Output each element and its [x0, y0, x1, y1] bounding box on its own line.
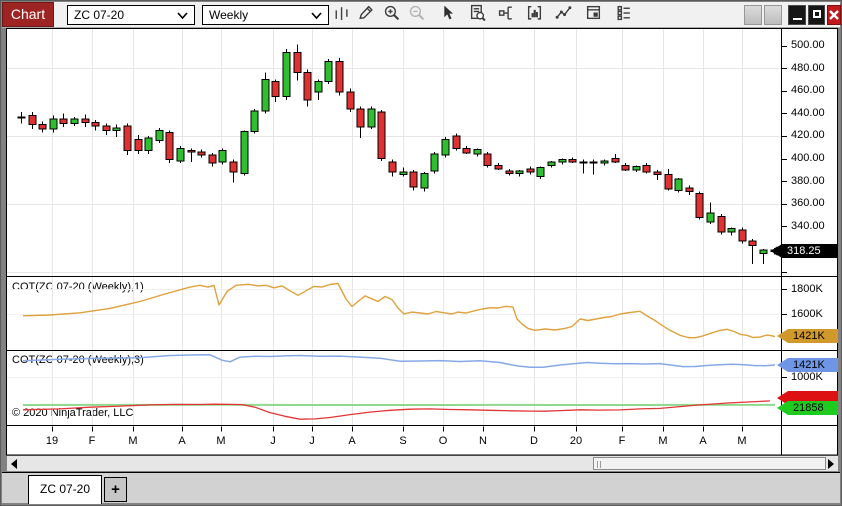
close-button[interactable] — [827, 5, 841, 25]
restore-icon — [813, 10, 821, 18]
tab-bar: ZC 07-20 + — [2, 472, 840, 503]
time-tick-label: M — [120, 435, 146, 447]
time-tick-label: A — [169, 435, 195, 447]
time-tick-label: 20 — [563, 435, 589, 447]
time-tick-label: O — [430, 435, 456, 447]
time-tick-label: F — [79, 435, 105, 447]
chart-trader-icon[interactable] — [498, 4, 520, 26]
cot2-blue-value-tag: 1421K — [777, 358, 838, 372]
chevron-down-icon — [177, 12, 188, 20]
cot1-tick-label: 1800K — [791, 283, 823, 295]
blank-button-1[interactable] — [744, 5, 762, 25]
scrollbar-thumb[interactable] — [593, 457, 826, 470]
tab-chart[interactable]: Chart — [2, 2, 54, 27]
tab-zc-07-20[interactable]: ZC 07-20 — [28, 475, 102, 504]
price-tick-label: 360.00 — [791, 197, 825, 209]
interval-value: Weekly — [209, 8, 248, 22]
time-tick-label: M — [729, 435, 755, 447]
chart-window: Chart ZC 07-20 Weekly COT(ZC 07-20 (W — [0, 0, 842, 506]
chart-style-icon[interactable] — [332, 4, 354, 26]
cot2-green-value-tag: 21858 — [777, 401, 838, 415]
time-tick-label: F — [609, 435, 635, 447]
minimize-button[interactable] — [788, 5, 806, 25]
price-chart-panel[interactable] — [7, 29, 781, 276]
blank-button-2[interactable] — [764, 5, 782, 25]
price-tick-label: 460.00 — [791, 84, 825, 96]
price-tick-label: 340.00 — [791, 220, 825, 232]
pointer-icon[interactable] — [439, 4, 461, 26]
price-tick-label: 380.00 — [791, 175, 825, 187]
copyright-label: © 2020 NinjaTrader, LLC — [12, 407, 133, 419]
last-price-tag: 318.25 — [771, 244, 838, 258]
object-list-icon[interactable] — [615, 4, 637, 26]
interval-dropdown[interactable]: Weekly — [202, 5, 329, 25]
time-tick-label: J — [299, 435, 325, 447]
cot1-value-tag: 1421K — [777, 329, 838, 343]
time-tick-label: A — [339, 435, 365, 447]
cot1-tick-label: 1600K — [791, 308, 823, 320]
add-tab-button[interactable]: + — [104, 477, 127, 502]
time-tick-label: J — [260, 435, 286, 447]
horizontal-scrollbar[interactable] — [7, 456, 838, 471]
price-tick-label: 440.00 — [791, 107, 825, 119]
time-tick-label: D — [521, 435, 547, 447]
chevron-down-icon — [311, 12, 322, 20]
instrument-value: ZC 07-20 — [74, 8, 124, 22]
drawing-tools-icon[interactable] — [357, 4, 379, 26]
minimize-icon — [793, 18, 802, 20]
instrument-dropdown[interactable]: ZC 07-20 — [67, 5, 195, 25]
restore-button[interactable] — [808, 5, 825, 25]
price-tick-label: 400.00 — [791, 152, 825, 164]
close-icon — [828, 6, 840, 24]
cot1-label: COT(ZC 07-20 (Weekly),1) — [12, 281, 144, 293]
toolbar: Chart ZC 07-20 Weekly — [2, 2, 840, 28]
data-box-icon[interactable] — [469, 4, 491, 26]
zoom-out-icon[interactable] — [408, 4, 430, 26]
time-tick-label: A — [690, 435, 716, 447]
zoom-in-icon[interactable] — [383, 4, 405, 26]
strategies-icon[interactable] — [555, 4, 577, 26]
price-tick-label: 480.00 — [791, 62, 825, 74]
time-tick-label: N — [470, 435, 496, 447]
cot2-label: COT(ZC 07-20 (Weekly),3) — [12, 354, 144, 366]
time-tick-label: M — [650, 435, 676, 447]
time-tick-label: M — [208, 435, 234, 447]
properties-icon[interactable] — [585, 4, 607, 26]
price-tick-label: 500.00 — [791, 39, 825, 51]
scroll-left-icon[interactable] — [11, 459, 17, 469]
indicators-icon[interactable] — [526, 4, 548, 26]
scroll-right-icon[interactable] — [828, 459, 834, 469]
time-tick-label: S — [390, 435, 416, 447]
cot2-tick-label: 1000K — [791, 371, 823, 383]
time-tick-label: 19 — [39, 435, 65, 447]
price-tick-label: 420.00 — [791, 129, 825, 141]
